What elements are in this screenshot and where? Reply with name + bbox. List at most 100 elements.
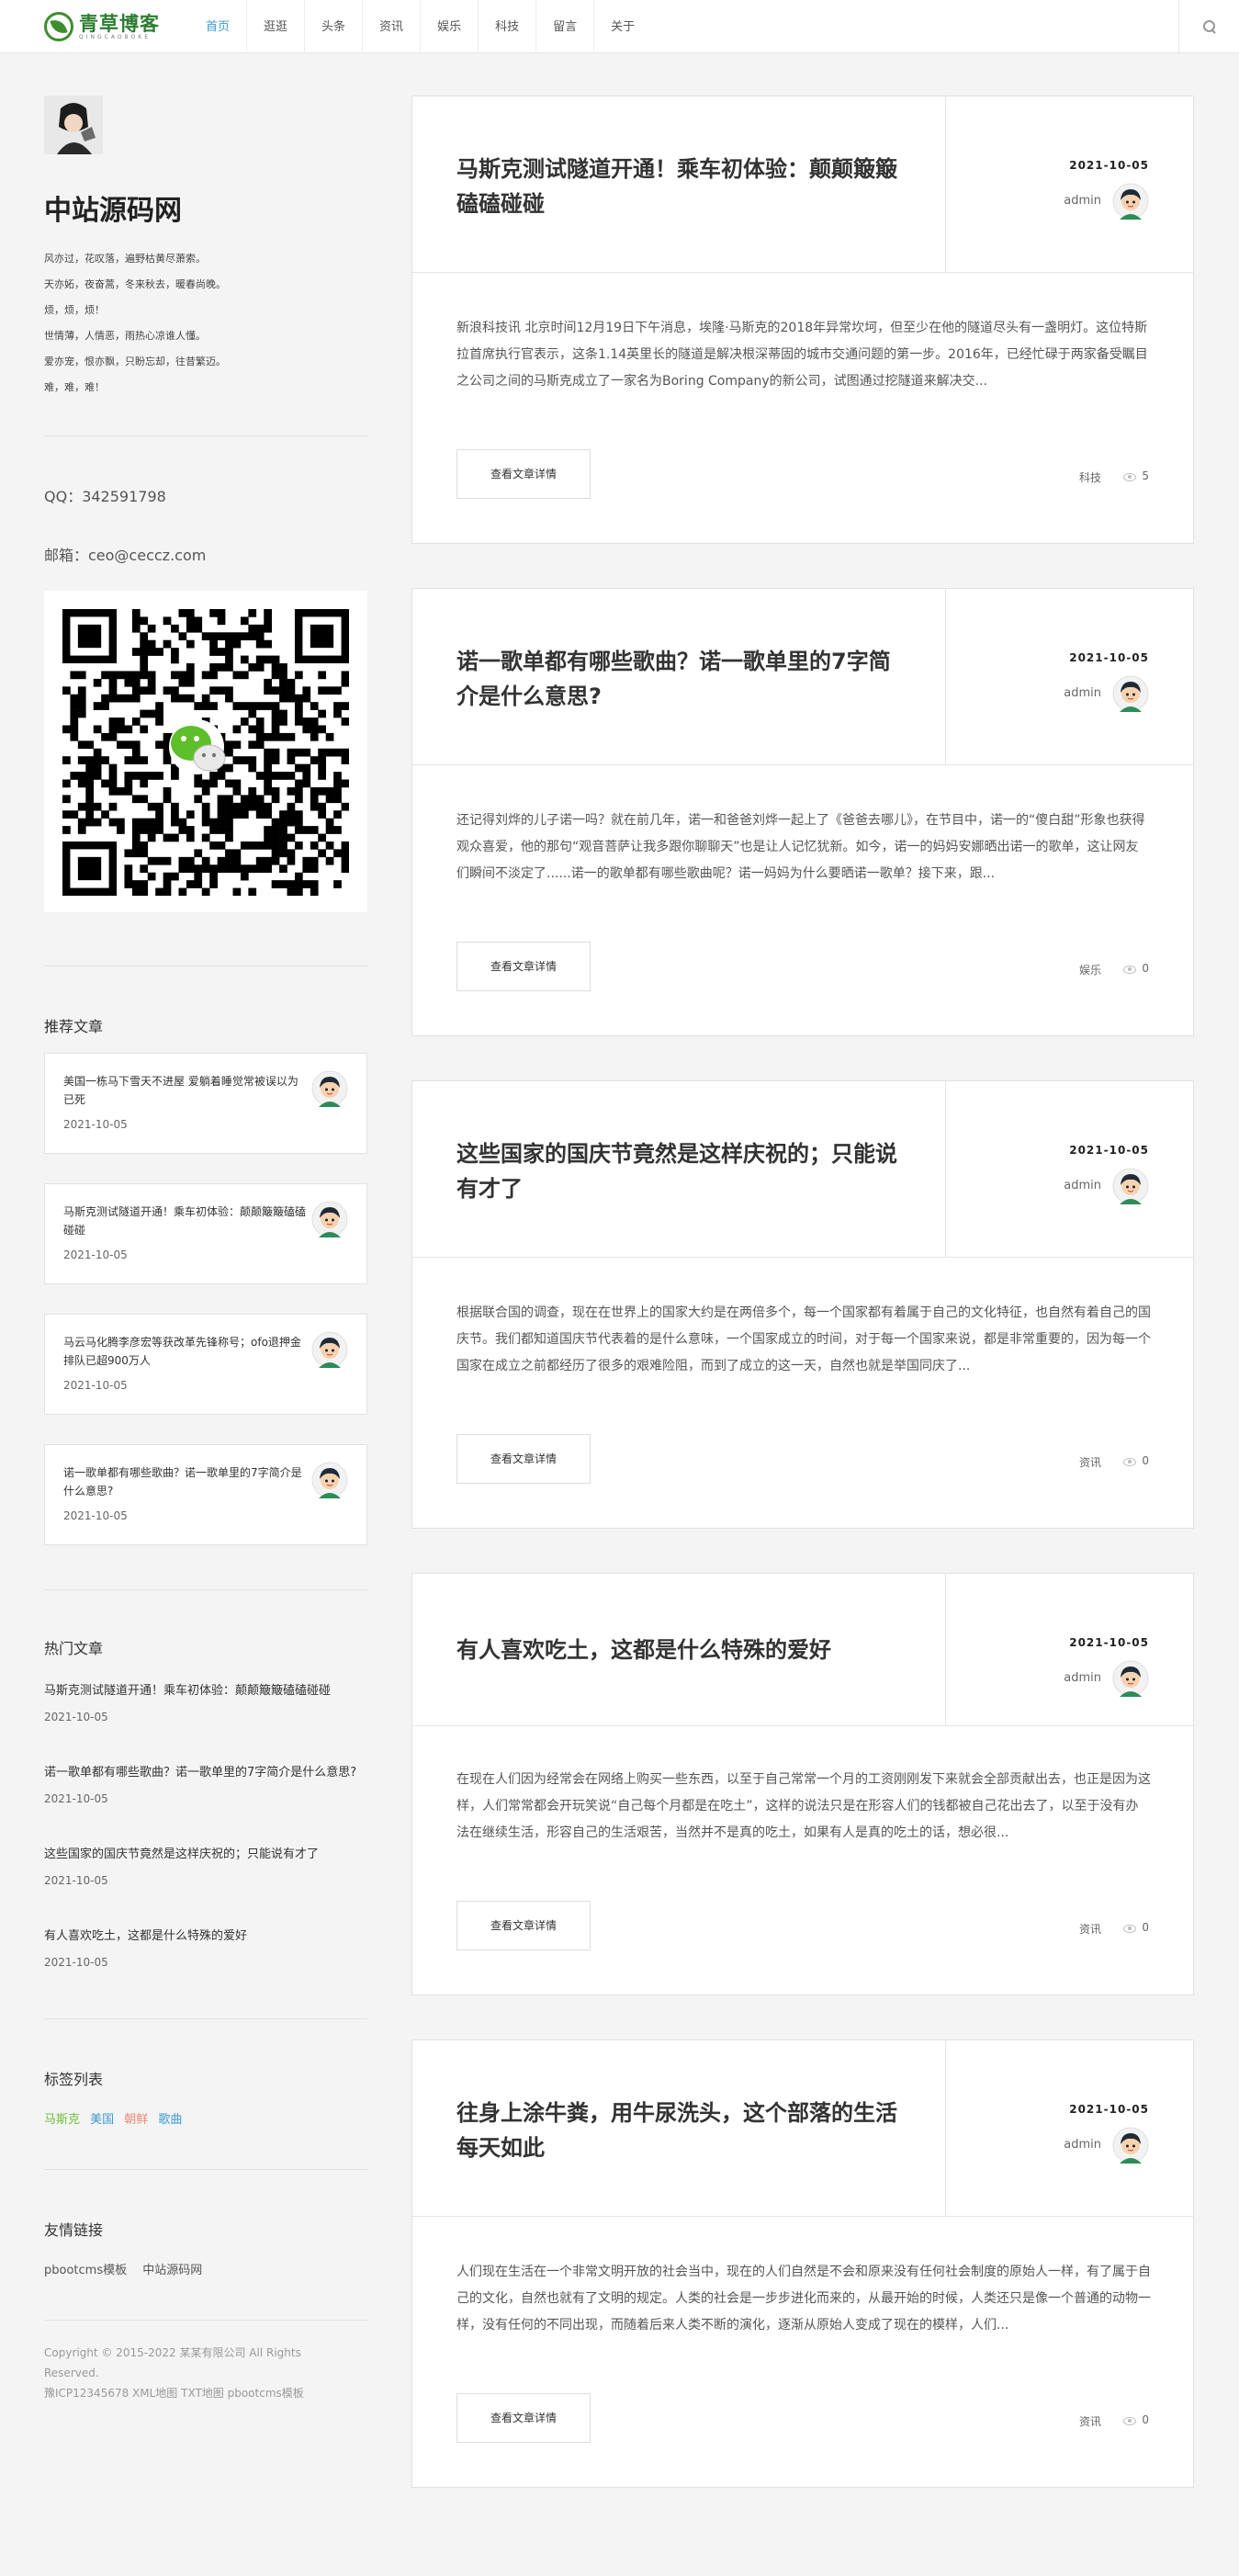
recommended-item-title[interactable]: 诺一歌单都有哪些歌曲？诺一歌单里的7字简介是什么意思? bbox=[63, 1463, 307, 1500]
article-excerpt: 新浪科技讯 北京时间12月19日下午消息，埃隆·马斯克的2018年异常坎坷，但至… bbox=[456, 321, 1148, 389]
leaf-logo-icon bbox=[44, 12, 73, 41]
article-author[interactable]: admin bbox=[1064, 1671, 1101, 1685]
article-author[interactable]: admin bbox=[1064, 194, 1101, 208]
article-date: 2021-10-05 bbox=[1069, 1144, 1149, 1157]
article-title[interactable]: 这些国家的国庆节竟然是这样庆祝的；只能说有才了 bbox=[456, 1136, 907, 1206]
recommended-item-date: 2021-10-05 bbox=[63, 1248, 128, 1261]
eye-icon bbox=[1123, 473, 1136, 481]
popular-title: 热门文章 bbox=[44, 1640, 104, 1657]
popular-item[interactable]: 诺一歌单都有哪些歌曲？诺一歌单里的7字简介是什么意思? 2021-10-05 bbox=[44, 1762, 367, 1805]
article-title[interactable]: 往身上涂牛粪，用牛尿洗头，这个部落的生活每天如此 bbox=[456, 2096, 907, 2165]
eye-icon bbox=[1123, 966, 1136, 974]
recommended-item[interactable]: 马云马化腾李彦宏等获改革先锋称号；ofo退押金排队已超900万人 2021-10… bbox=[44, 1314, 367, 1415]
article-category[interactable]: 资讯 bbox=[1079, 1921, 1101, 1937]
popular-item-title[interactable]: 这些国家的国庆节竟然是这样庆祝的；只能说有才了 bbox=[44, 1844, 367, 1861]
article-card: 这些国家的国庆节竟然是这样庆祝的；只能说有才了 2021-10-05 admin… bbox=[411, 1080, 1194, 1529]
icp-link[interactable]: 豫ICP12345678 XML地图 TXT地图 pbootcms模板 bbox=[44, 2383, 367, 2403]
recommended-item[interactable]: 美国一栋马下雪天不进屋 爱躺着睡觉常被误以为已死 2021-10-05 bbox=[44, 1053, 367, 1154]
tag-link[interactable]: 歌曲 bbox=[158, 2113, 182, 2127]
site-header: 青草博客 QINGCAOBOKE 首页 逛逛 头条 资讯 娱乐 科技 留言 关于 bbox=[0, 0, 1239, 53]
recommended-title: 推荐文章 bbox=[44, 1018, 104, 1035]
author-avatar-icon bbox=[311, 1070, 348, 1107]
divider bbox=[44, 2018, 367, 2019]
article-category[interactable]: 资讯 bbox=[1079, 1454, 1101, 1470]
tag-list: 马斯克 美国 朝鲜 歌曲 bbox=[44, 2109, 367, 2127]
article-date: 2021-10-05 bbox=[1069, 1636, 1149, 1649]
article-author[interactable]: admin bbox=[1064, 686, 1101, 700]
article-title[interactable]: 诺一歌单都有哪些歌曲？诺一歌单里的7字简介是什么意思? bbox=[456, 644, 907, 714]
nav-entertainment[interactable]: 娱乐 bbox=[420, 0, 478, 53]
motto-line: 天亦妬，夜奋蒿，冬来秋去，暖春尚晚。 bbox=[44, 278, 226, 290]
author-avatar-icon bbox=[1112, 1168, 1149, 1204]
author-avatar-icon bbox=[1112, 1660, 1149, 1697]
friend-links-title: 友情链接 bbox=[44, 2221, 104, 2239]
logo-subtitle: QINGCAOBOKE bbox=[79, 33, 151, 40]
friend-link[interactable]: pbootcms模板 bbox=[44, 2264, 127, 2277]
friend-link[interactable]: 中站源码网 bbox=[142, 2264, 202, 2277]
motto-line: 世情薄，人情恶，雨热心凉谁人懂。 bbox=[44, 330, 206, 342]
read-more-button[interactable]: 查看文章详情 bbox=[456, 1434, 591, 1484]
recommended-item[interactable]: 诺一歌单都有哪些歌曲？诺一歌单里的7字简介是什么意思? 2021-10-05 bbox=[44, 1444, 367, 1545]
read-more-button[interactable]: 查看文章详情 bbox=[456, 2393, 591, 2443]
copyright-text: Copyright © 2015-2022 某某有限公司 All Rights bbox=[44, 2346, 301, 2359]
nav-tech[interactable]: 科技 bbox=[478, 0, 535, 53]
article-card: 往身上涂牛粪，用牛尿洗头，这个部落的生活每天如此 2021-10-05 admi… bbox=[411, 2039, 1194, 2488]
popular-item-title[interactable]: 马斯克测试隧道开通！乘车初体验：颠颠簸簸磕磕碰碰 bbox=[44, 1680, 367, 1698]
divider bbox=[44, 2169, 367, 2170]
read-more-button[interactable]: 查看文章详情 bbox=[456, 1901, 591, 1950]
author-avatar-icon bbox=[1112, 675, 1149, 712]
recommended-item[interactable]: 马斯克测试隧道开通！乘车初体验：颠颠簸簸磕磕碰碰 2021-10-05 bbox=[44, 1183, 367, 1284]
nav-guestbook[interactable]: 留言 bbox=[535, 0, 593, 53]
article-views: 0 bbox=[1142, 1454, 1149, 1467]
nav-browse[interactable]: 逛逛 bbox=[246, 0, 304, 53]
nav-home[interactable]: 首页 bbox=[189, 0, 246, 53]
article-views: 0 bbox=[1142, 2413, 1149, 2426]
article-title[interactable]: 马斯克测试隧道开通！乘车初体验：颠颠簸簸磕磕碰碰 bbox=[456, 152, 907, 221]
recommended-item-title[interactable]: 马云马化腾李彦宏等获改革先锋称号；ofo退押金排队已超900万人 bbox=[63, 1333, 307, 1370]
read-more-button[interactable]: 查看文章详情 bbox=[456, 942, 591, 991]
tag-link[interactable]: 朝鲜 bbox=[124, 2113, 148, 2127]
article-title[interactable]: 有人喜欢吃土，这都是什么特殊的爱好 bbox=[456, 1633, 907, 1667]
popular-item[interactable]: 有人喜欢吃土，这都是什么特殊的爱好 2021-10-05 bbox=[44, 1926, 367, 1969]
site-logo[interactable]: 青草博客 QINGCAOBOKE bbox=[44, 9, 160, 44]
article-excerpt: 还记得刘烨的儿子诺一吗？就在前几年，诺一和爸爸刘烨一起上了《爸爸去哪儿》，在节目… bbox=[456, 813, 1145, 881]
article-category[interactable]: 资讯 bbox=[1079, 2413, 1101, 2429]
article-views: 0 bbox=[1142, 1921, 1149, 1934]
author-avatar-icon bbox=[1112, 183, 1149, 220]
popular-item-date: 2021-10-05 bbox=[44, 1792, 108, 1805]
recommended-item-title[interactable]: 马斯克测试隧道开通！乘车初体验：颠颠簸簸磕磕碰碰 bbox=[63, 1203, 307, 1239]
motto-line: 难，难，难！ bbox=[44, 381, 105, 393]
popular-item[interactable]: 马斯克测试隧道开通！乘车初体验：颠颠簸簸磕磕碰碰 2021-10-05 bbox=[44, 1680, 367, 1723]
article-category[interactable]: 科技 bbox=[1079, 469, 1101, 485]
author-avatar bbox=[44, 96, 103, 154]
article-views: 0 bbox=[1142, 962, 1149, 975]
article-author[interactable]: admin bbox=[1064, 2138, 1101, 2152]
article-author[interactable]: admin bbox=[1064, 1179, 1101, 1192]
popular-item-title[interactable]: 有人喜欢吃土，这都是什么特殊的爱好 bbox=[44, 1926, 367, 1943]
author-avatar-icon bbox=[1112, 2127, 1149, 2164]
author-avatar-icon bbox=[311, 1462, 348, 1498]
popular-item-title[interactable]: 诺一歌单都有哪些歌曲？诺一歌单里的7字简介是什么意思? bbox=[44, 1762, 367, 1779]
recommended-item-title[interactable]: 美国一栋马下雪天不进屋 爱躺着睡觉常被误以为已死 bbox=[63, 1072, 307, 1109]
article-category[interactable]: 娱乐 bbox=[1079, 962, 1101, 977]
search-button[interactable] bbox=[1178, 0, 1239, 53]
read-more-button[interactable]: 查看文章详情 bbox=[456, 449, 591, 499]
divider bbox=[44, 2320, 367, 2321]
article-card: 诺一歌单都有哪些歌曲？诺一歌单里的7字简介是什么意思? 2021-10-05 a… bbox=[411, 588, 1194, 1036]
popular-item-date: 2021-10-05 bbox=[44, 1711, 108, 1723]
tags-title: 标签列表 bbox=[44, 2071, 104, 2088]
nav-news[interactable]: 资讯 bbox=[362, 0, 420, 53]
divider bbox=[44, 1589, 367, 1590]
tag-link[interactable]: 美国 bbox=[90, 2113, 114, 2127]
motto: 风亦过，花叹落，遍野枯黄尽萧索。 天亦妬，夜奋蒿，冬来秋去，暖春尚晚。 烦，烦，… bbox=[44, 246, 367, 401]
motto-line: 烦，烦，烦！ bbox=[44, 304, 105, 316]
article-excerpt: 人们现在生活在一个非常文明开放的社会当中，现在的人们自然是不会和原来没有任何社会… bbox=[456, 2265, 1151, 2333]
popular-item-date: 2021-10-05 bbox=[44, 1874, 108, 1887]
motto-line: 风亦过，花叹落，遍野枯黄尽萧索。 bbox=[44, 253, 206, 265]
nav-about[interactable]: 关于 bbox=[593, 0, 651, 53]
eye-icon bbox=[1123, 2417, 1136, 2425]
logo-title: 青草博客 bbox=[79, 11, 160, 35]
tag-link[interactable]: 马斯克 bbox=[44, 2113, 80, 2127]
nav-headlines[interactable]: 头条 bbox=[304, 0, 362, 53]
popular-item[interactable]: 这些国家的国庆节竟然是这样庆祝的；只能说有才了 2021-10-05 bbox=[44, 1844, 367, 1887]
